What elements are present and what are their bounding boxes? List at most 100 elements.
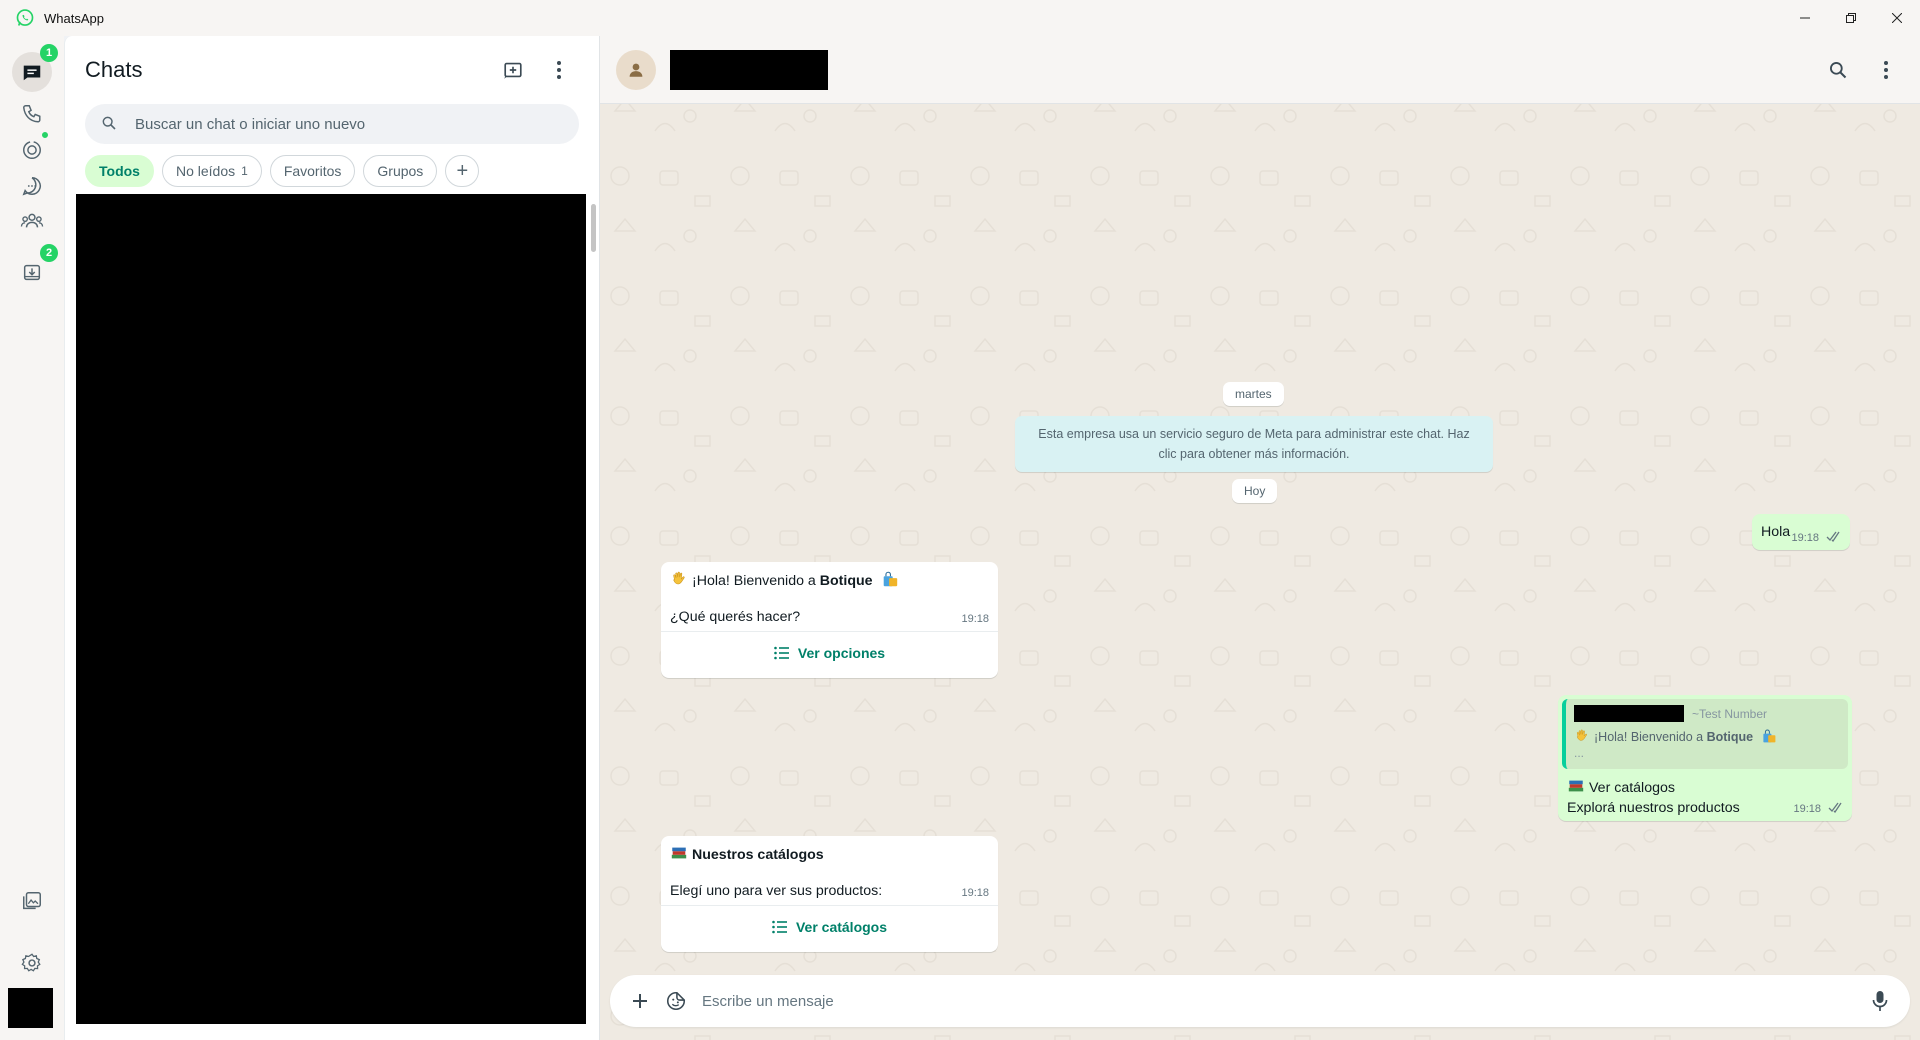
- add-filter-button[interactable]: +: [445, 155, 480, 187]
- quoted-ellipsis: ...: [1574, 746, 1585, 760]
- sticker-button[interactable]: [658, 983, 694, 1019]
- app-title: WhatsApp: [44, 10, 104, 26]
- restore-button[interactable]: [1828, 0, 1874, 36]
- close-window-button[interactable]: [1874, 0, 1920, 36]
- contact-name-redacted: [670, 49, 828, 90]
- message-text: ¡Hola! Bienvenido a: [692, 573, 820, 589]
- message-time: 19:18: [961, 613, 989, 625]
- conversation-panel: martes Esta empresa usa un servicio segu…: [600, 36, 1920, 1040]
- minimize-icon: [1800, 17, 1810, 19]
- contact-avatar[interactable]: [616, 49, 656, 90]
- chats-unread-badge: 1: [40, 44, 58, 62]
- message-text: Elegí uno para ver sus productos:: [670, 883, 883, 899]
- quoted-message[interactable]: ~Test Number ¡Hola! Bienvenido a Botique…: [1562, 699, 1848, 769]
- whatsapp-logo-icon: [15, 8, 35, 28]
- filter-todos[interactable]: Todos: [85, 155, 154, 187]
- message-time: 19:18: [1791, 532, 1820, 544]
- rail-channels-button[interactable]: [12, 166, 52, 206]
- new-chat-button[interactable]: [493, 50, 533, 90]
- message-input[interactable]: [702, 992, 1862, 1010]
- chat-list-redacted: [76, 194, 586, 1024]
- search-icon: [1830, 61, 1847, 79]
- action-label: Ver catálogos: [795, 919, 888, 935]
- ver-opciones-button[interactable]: Ver opciones: [661, 631, 998, 674]
- filter-no-leidos[interactable]: No leídos 1: [161, 155, 262, 187]
- title-bar: WhatsApp: [0, 0, 1920, 36]
- search-messages-button[interactable]: [1818, 50, 1858, 90]
- minimize-button[interactable]: [1782, 0, 1828, 36]
- restore-icon: [1846, 13, 1856, 23]
- conversation-scrollbar[interactable]: [1912, 104, 1920, 974]
- status-icon: [23, 141, 41, 159]
- chat-list-menu-button[interactable]: [539, 50, 579, 90]
- chats-title: Chats: [85, 57, 143, 82]
- rail-calls-button[interactable]: [12, 94, 52, 134]
- status-new-dot: [41, 131, 49, 139]
- search-bar[interactable]: [85, 104, 579, 144]
- plus-icon: [633, 994, 647, 1008]
- media-icon: [23, 892, 41, 910]
- books-icon: [1568, 780, 1584, 792]
- message-bubble-incoming[interactable]: ¡Hola! Bienvenido a Botique ¿Qué querés …: [661, 562, 998, 678]
- filter-count: 1: [241, 164, 248, 178]
- rail-status-button[interactable]: [12, 130, 52, 170]
- filter-label: Todos: [99, 163, 140, 179]
- encryption-notice[interactable]: Esta empresa usa un servicio seguro de M…: [1015, 416, 1493, 472]
- phone-icon: [23, 105, 41, 123]
- quoted-text: ¡Hola! Bienvenido a: [1594, 730, 1707, 744]
- message-bold-text: Botique: [819, 573, 873, 589]
- rail-archived-button[interactable]: 2: [12, 244, 58, 292]
- search-input[interactable]: [135, 115, 563, 133]
- channels-icon: [22, 177, 41, 196]
- action-label: Ver opciones: [797, 645, 886, 661]
- message-bubble-outgoing[interactable]: Hola 19:18: [1752, 514, 1850, 550]
- microphone-icon: [1872, 991, 1888, 1011]
- message-composer: [610, 975, 1910, 1027]
- more-vertical-icon: [1884, 61, 1888, 79]
- plus-icon: +: [456, 159, 469, 182]
- filter-label: No leídos: [175, 163, 236, 179]
- message-text: ¿Qué querés hacer?: [670, 609, 801, 625]
- date-separator: Hoy: [1232, 479, 1278, 503]
- message-text: Ver catálogos: [1589, 780, 1675, 796]
- navigation-rail: 1 2: [0, 36, 64, 1040]
- filter-chips: Todos No leídos 1 Favoritos Grupos +: [65, 154, 599, 188]
- shopping-bags-icon: [1762, 729, 1775, 743]
- double-check-icon: [1826, 531, 1840, 542]
- conversation-header[interactable]: [600, 36, 1920, 104]
- message-text: Hola: [1761, 524, 1791, 540]
- shopping-bags-icon: [883, 571, 897, 587]
- waving-hand-icon: [673, 571, 685, 585]
- voice-message-button[interactable]: [1862, 983, 1898, 1019]
- rail-media-button[interactable]: [12, 881, 52, 921]
- quoted-author-redacted: [1574, 705, 1684, 722]
- rail-settings-button[interactable]: [12, 943, 52, 983]
- ver-catalogos-button[interactable]: Ver catálogos: [661, 905, 998, 948]
- person-icon: [629, 63, 643, 77]
- sticker-icon: [667, 991, 686, 1010]
- books-icon: [671, 847, 687, 859]
- message-time: 19:18: [1793, 803, 1822, 815]
- settings-icon: [21, 953, 41, 972]
- chat-list-scrollbar[interactable]: [591, 204, 596, 252]
- double-check-icon: [1828, 802, 1842, 813]
- message-title: Nuestros catálogos: [692, 847, 824, 863]
- rail-communities-button[interactable]: [12, 201, 52, 241]
- message-bubble-incoming[interactable]: Nuestros catálogos Elegí uno para ver su…: [661, 836, 998, 952]
- list-icon: [772, 920, 788, 934]
- profile-avatar[interactable]: [8, 988, 53, 1028]
- chats-icon: [23, 65, 41, 81]
- message-list[interactable]: martes Esta empresa usa un servicio segu…: [600, 104, 1920, 964]
- filter-favoritos[interactable]: Favoritos: [269, 155, 356, 187]
- archived-badge: 2: [40, 244, 58, 262]
- filter-label: Grupos: [377, 163, 424, 179]
- quoted-author-handle: ~Test Number: [1692, 706, 1768, 721]
- attach-button[interactable]: [622, 983, 658, 1019]
- rail-chats-button[interactable]: 1: [12, 44, 58, 92]
- filter-label: Favoritos: [283, 163, 342, 179]
- list-icon: [774, 646, 790, 660]
- message-bubble-outgoing-reply[interactable]: ~Test Number ¡Hola! Bienvenido a Botique…: [1558, 695, 1852, 821]
- filter-grupos[interactable]: Grupos: [363, 155, 438, 187]
- conversation-menu-button[interactable]: [1866, 50, 1906, 90]
- new-chat-icon: [504, 62, 522, 79]
